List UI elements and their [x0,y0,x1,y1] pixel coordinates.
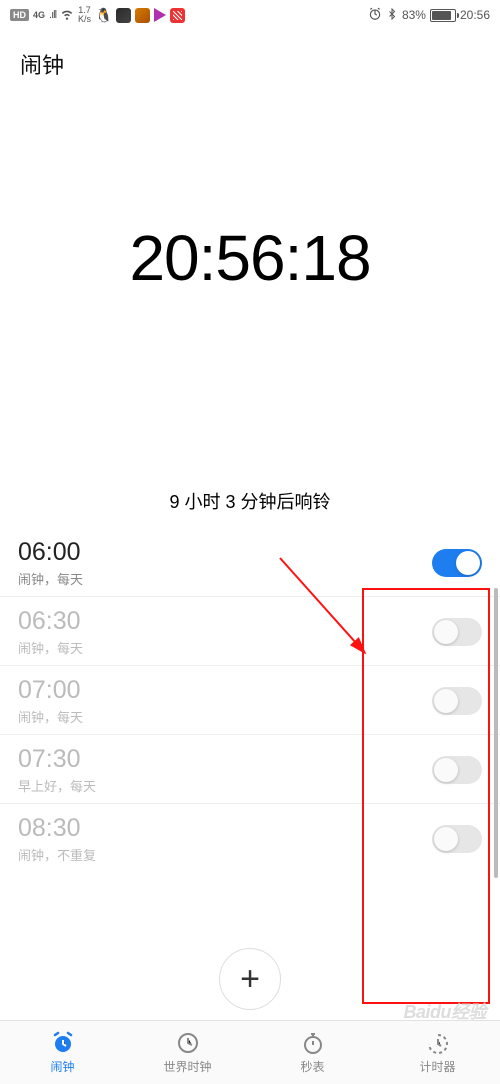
alarm-row[interactable]: 06:30 闹钟，每天 [0,597,500,666]
tab-stopwatch[interactable]: 秒表 [250,1021,375,1084]
alarm-sub: 闹钟，每天 [18,707,432,726]
alarm-toggle[interactable] [432,549,482,577]
alarm-time: 07:00 [18,676,432,705]
alarm-toggle[interactable] [432,687,482,715]
alarm-time: 07:30 [18,745,432,774]
alarm-row[interactable]: 06:00 闹钟，每天 [0,528,500,597]
alarm-list: 06:00 闹钟，每天 06:30 闹钟，每天 07:00 闹钟，每天 07:3… [0,528,500,872]
timer-icon [426,1031,450,1055]
alarm-clock-icon [51,1031,75,1055]
wifi-icon [60,7,74,24]
tab-alarm[interactable]: 闹钟 [0,1021,125,1084]
signal-icon: .ıll [49,9,56,21]
speed-indicator: 1.7K/s [78,6,91,24]
penguin-icon: 🐧 [95,7,112,24]
tab-bar: 闹钟 世界时钟 秒表 计时器 [0,1020,500,1084]
wechat-icon [116,8,131,23]
app-icon-orange [135,8,150,23]
alarm-sub: 闹钟，每天 [18,569,432,588]
status-time: 20:56 [460,8,490,22]
clock-area: 20:56:18 [0,88,500,428]
alarm-sub: 闹钟，每天 [18,638,432,657]
alarm-row[interactable]: 08:30 闹钟，不重复 [0,804,500,872]
app-icon-red [170,8,185,23]
alarm-time: 06:00 [18,538,432,567]
network-badge: 4G [33,10,45,20]
current-time: 20:56:18 [129,221,370,295]
add-alarm-button[interactable]: + [219,948,281,1010]
alarm-toggle[interactable] [432,825,482,853]
tab-label: 世界时钟 [163,1058,211,1075]
watermark: Baidu经验 [403,998,486,1024]
play-icon [154,8,166,22]
stopwatch-icon [301,1031,325,1055]
alarm-toggle[interactable] [432,618,482,646]
plus-icon: + [240,960,260,999]
battery-icon [430,9,456,22]
tab-label: 闹钟 [50,1058,74,1075]
battery-pct: 83% [402,8,426,22]
tab-label: 秒表 [300,1058,324,1075]
tab-timer[interactable]: 计时器 [375,1021,500,1084]
status-bar: HD 4G .ıll 1.7K/s 🐧 83% 20:56 [0,0,500,30]
alarm-row[interactable]: 07:30 早上好，每天 [0,735,500,804]
hd-badge: HD [10,9,29,21]
alarm-time: 08:30 [18,814,432,843]
next-ring-label: 9 小时 3 分钟后响铃 [0,428,500,528]
alarm-toggle[interactable] [432,756,482,784]
alarm-sub: 闹钟，不重复 [18,845,432,864]
scrollbar[interactable] [494,588,498,878]
alarm-icon [368,7,382,24]
alarm-time: 06:30 [18,607,432,636]
clock-icon [176,1031,200,1055]
alarm-row[interactable]: 07:00 闹钟，每天 [0,666,500,735]
page-title: 闹钟 [0,30,500,88]
alarm-sub: 早上好，每天 [18,776,432,795]
bluetooth-icon [386,8,398,23]
tab-worldclock[interactable]: 世界时钟 [125,1021,250,1084]
tab-label: 计时器 [419,1058,455,1075]
